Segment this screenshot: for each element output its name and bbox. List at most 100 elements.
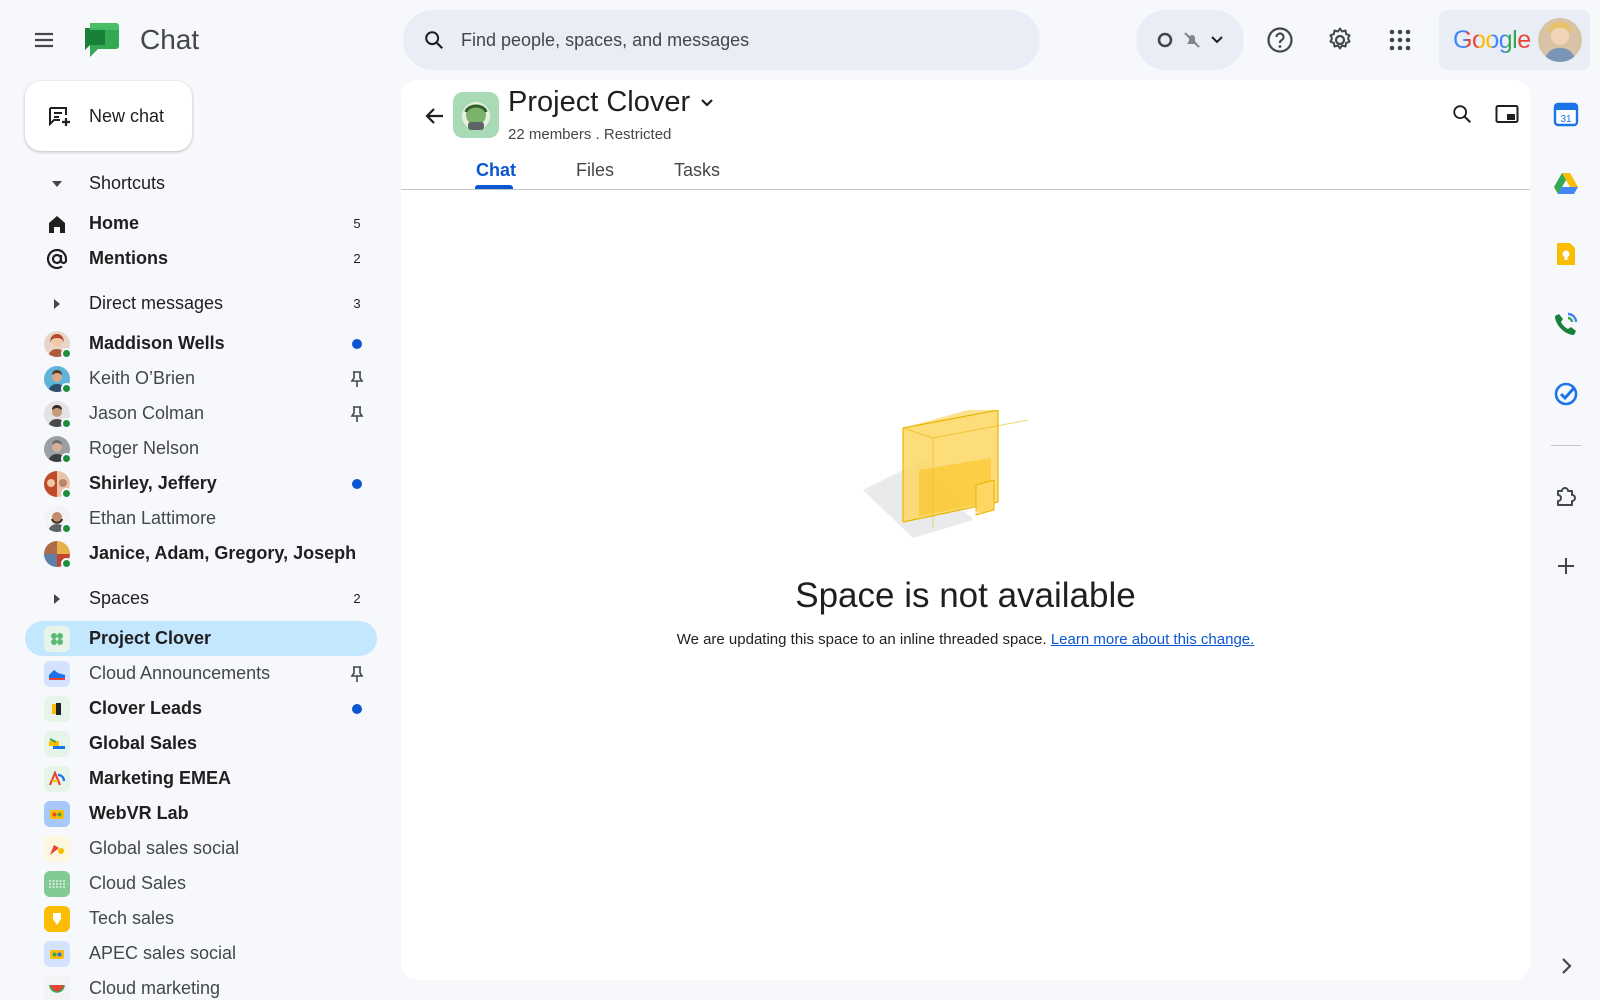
space-item[interactable]: WebVR Lab xyxy=(25,796,377,831)
shortcuts-section-toggle[interactable]: Shortcuts xyxy=(25,166,377,201)
space-title-dropdown[interactable]: Project Clover xyxy=(508,86,714,119)
settings-gear-icon[interactable] xyxy=(1320,20,1360,60)
tab-chat[interactable]: Chat xyxy=(476,160,516,181)
drive-icon[interactable] xyxy=(1544,162,1588,206)
add-ons-puzzle-icon[interactable] xyxy=(1544,474,1588,518)
search-in-space-icon[interactable] xyxy=(1442,94,1482,134)
dm-item[interactable]: Roger Nelson xyxy=(25,431,377,466)
tab-tasks[interactable]: Tasks xyxy=(674,160,720,181)
space-item[interactable]: Marketing EMEA xyxy=(25,761,377,796)
learn-more-link[interactable]: Learn more about this change. xyxy=(1051,631,1254,648)
help-icon[interactable] xyxy=(1260,20,1300,60)
sidebar-item-label: Mentions xyxy=(89,248,168,268)
new-chat-button[interactable]: New chat xyxy=(25,81,192,151)
tasks-icon[interactable] xyxy=(1544,372,1588,416)
voice-call-icon[interactable] xyxy=(1544,302,1588,346)
open-in-popup-icon[interactable] xyxy=(1487,94,1527,134)
shoe-icon xyxy=(44,660,70,687)
caret-right-icon xyxy=(54,593,60,604)
avatar xyxy=(44,470,72,499)
avatar xyxy=(44,330,72,359)
empty-state-title: Space is not available xyxy=(795,576,1136,615)
sidebar-item-mentions[interactable]: Mentions 2 xyxy=(25,241,377,276)
space-item[interactable]: Global Sales xyxy=(25,726,377,761)
webvr-icon xyxy=(44,800,70,827)
dm-item[interactable]: Keith O’Brien xyxy=(25,361,377,396)
unread-count: 2 xyxy=(353,591,361,606)
google-wordmark: Google xyxy=(1453,25,1531,54)
space-item-label: Marketing EMEA xyxy=(89,768,232,788)
calendar-icon[interactable]: 31 xyxy=(1544,92,1588,136)
watermelon-icon xyxy=(44,975,70,1000)
new-chat-icon xyxy=(49,107,70,127)
back-arrow-icon[interactable] xyxy=(415,96,455,136)
add-plus-icon[interactable] xyxy=(1544,544,1588,588)
dm-item[interactable]: Jason Colman xyxy=(25,396,377,431)
apps-grid-icon[interactable] xyxy=(1380,20,1420,60)
space-members-info[interactable]: 22 members . Restricted xyxy=(508,126,671,143)
user-avatar[interactable] xyxy=(1538,18,1582,62)
dm-item-label: Janice, Adam, Gregory, Joseph xyxy=(89,543,357,563)
sidebar-item-home[interactable]: Home 5 xyxy=(25,206,377,241)
spaces-section-toggle[interactable]: Spaces 2 xyxy=(25,581,377,616)
main-menu-icon[interactable] xyxy=(24,22,64,58)
space-title: Project Clover xyxy=(508,86,691,118)
dm-item[interactable]: Janice, Adam, Gregory, Joseph xyxy=(25,536,377,571)
space-item[interactable]: Cloud marketing xyxy=(25,971,377,1000)
status-selector[interactable] xyxy=(1136,10,1244,70)
space-item[interactable]: Clover Leads xyxy=(25,691,377,726)
chevron-right-icon[interactable] xyxy=(1544,944,1588,988)
tech-sales-icon xyxy=(44,905,70,932)
space-item-label: Cloud marketing xyxy=(89,978,221,998)
search-bar[interactable] xyxy=(403,10,1040,70)
clover-icon xyxy=(44,625,70,652)
chat-logo-icon[interactable] xyxy=(82,20,122,60)
space-panel: Project Clover 22 members . Restricted C… xyxy=(401,80,1530,980)
unread-count: 5 xyxy=(353,216,361,231)
dm-item-label: Roger Nelson xyxy=(89,438,200,458)
empty-state-description: We are updating this space to an inline … xyxy=(401,631,1530,648)
pin-icon xyxy=(350,405,364,422)
space-item[interactable]: APEC sales social xyxy=(25,936,377,971)
space-item-label: Global sales social xyxy=(89,838,240,858)
at-icon xyxy=(46,248,68,269)
search-icon xyxy=(425,31,444,50)
empty-state-text: We are updating this space to an inline … xyxy=(676,631,1047,648)
search-input[interactable] xyxy=(461,29,1001,51)
tab-files[interactable]: Files xyxy=(576,160,614,181)
dm-item[interactable]: Ethan Lattimore xyxy=(25,501,377,536)
dm-item-label: Jason Colman xyxy=(89,403,205,423)
dm-item[interactable]: Shirley, Jeffery xyxy=(25,466,377,501)
shortcuts-label: Shortcuts xyxy=(89,173,166,193)
new-chat-label: New chat xyxy=(89,105,165,126)
space-tabs: Chat Files Tasks xyxy=(401,154,1530,190)
unread-dot xyxy=(352,478,362,489)
cloud-sales-icon xyxy=(44,870,70,897)
keep-icon[interactable] xyxy=(1544,232,1588,276)
avatar xyxy=(44,505,72,534)
account-switcher[interactable]: Google xyxy=(1439,10,1590,70)
space-item-label: WebVR Lab xyxy=(89,803,189,823)
pin-icon xyxy=(350,370,364,387)
space-item[interactable]: Tech sales xyxy=(25,901,377,936)
svg-text:31: 31 xyxy=(1560,114,1572,125)
space-item-label: Project Clover xyxy=(89,628,212,648)
space-item[interactable]: Cloud Sales xyxy=(25,866,377,901)
space-item-label: Tech sales xyxy=(89,908,175,928)
social-icon xyxy=(44,835,70,862)
space-avatar xyxy=(453,92,499,138)
empty-box-illustration xyxy=(863,410,1029,538)
leads-icon xyxy=(44,695,70,722)
space-item-label: APEC sales social xyxy=(89,943,237,963)
space-item-project-clover[interactable]: Project Clover xyxy=(25,621,377,656)
unread-count: 3 xyxy=(353,296,361,311)
direct-messages-section-toggle[interactable]: Direct messages 3 xyxy=(25,286,377,321)
space-item[interactable]: Global sales social xyxy=(25,831,377,866)
dm-item[interactable]: Maddison Wells xyxy=(25,326,377,361)
status-ring-icon xyxy=(1157,32,1173,48)
dm-item-label: Keith O’Brien xyxy=(89,368,196,388)
avatar xyxy=(44,435,72,464)
avatar xyxy=(44,400,72,429)
avatar xyxy=(44,540,72,569)
space-item[interactable]: Cloud Announcements xyxy=(25,656,377,691)
